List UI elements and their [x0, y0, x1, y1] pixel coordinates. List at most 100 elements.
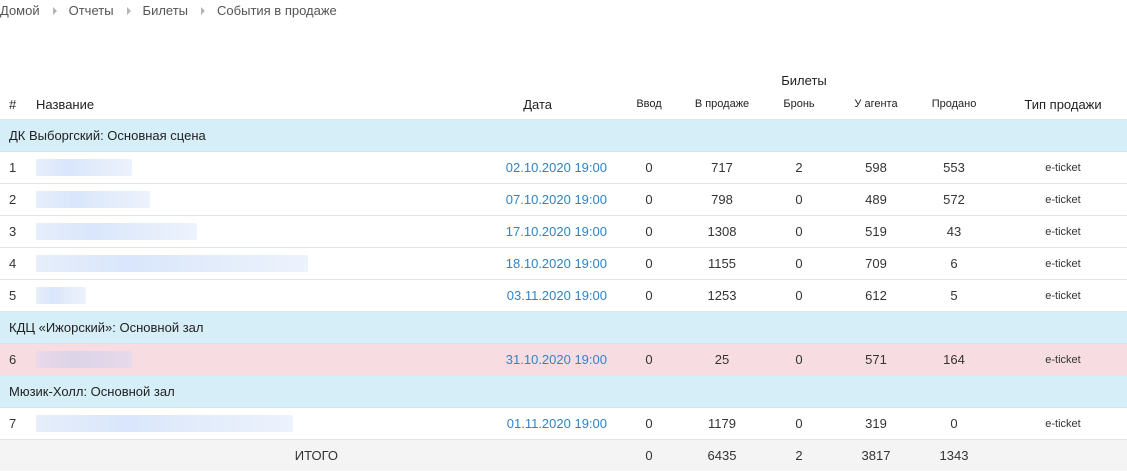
tickets-group-header: Билеты: [781, 73, 827, 88]
venue-group-row: ДК Выборгский: Основная сцена: [0, 119, 1127, 152]
sold-count: 6: [909, 247, 1000, 280]
agent-count: 489: [843, 183, 909, 216]
venue-name: Мюзик-Холл: Основной зал: [0, 375, 1127, 408]
reserved-count: 2: [755, 151, 843, 184]
col-header-num: #: [0, 89, 29, 120]
col-header-date: Дата: [329, 89, 609, 120]
event-name-cell: [29, 343, 329, 376]
entry-count: 0: [609, 407, 689, 440]
sale-type: e-ticket: [999, 407, 1127, 440]
event-name-cell: [29, 279, 329, 312]
sale-type: e-ticket: [999, 247, 1127, 280]
chevron-right-icon: [126, 6, 131, 15]
redacted-event-name[interactable]: [36, 351, 132, 369]
event-name-cell: [29, 407, 329, 440]
sale-type: e-ticket: [999, 215, 1127, 248]
table-row[interactable]: 1 02.10.2020 19:00 0 717 2 598 553 e-ticket: [0, 151, 1127, 184]
redacted-event-name[interactable]: [36, 159, 132, 177]
event-date-link[interactable]: 31.10.2020 19:00: [329, 343, 609, 376]
sale-type: e-ticket: [999, 183, 1127, 216]
sale-type: e-ticket: [999, 343, 1127, 376]
entry-count: 0: [609, 279, 689, 312]
event-name-cell: [29, 215, 329, 248]
col-header-name: Название: [29, 89, 329, 120]
table-row[interactable]: 4 18.10.2020 19:00 0 1155 0 709 6 e-ticket: [0, 247, 1127, 280]
redacted-event-name[interactable]: [36, 191, 150, 209]
agent-count: 709: [843, 247, 909, 280]
on-sale-count: 798: [689, 183, 755, 216]
on-sale-count: 1179: [689, 407, 755, 440]
venue-name: КДЦ «Ижорский»: Основной зал: [0, 311, 1127, 344]
event-date-link[interactable]: 07.10.2020 19:00: [329, 183, 609, 216]
breadcrumb-current: События в продаже: [217, 3, 337, 18]
reserved-count: 0: [755, 279, 843, 312]
col-header-on-sale: В продаже: [689, 89, 755, 120]
event-name-cell: [29, 183, 329, 216]
event-name-cell: [29, 151, 329, 184]
agent-count: 612: [843, 279, 909, 312]
chevron-right-icon: [201, 6, 206, 15]
event-date-link[interactable]: 01.11.2020 19:00: [329, 407, 609, 440]
on-sale-count: 1155: [689, 247, 755, 280]
table-row[interactable]: 7 01.11.2020 19:00 0 1179 0 319 0 e-ticket: [0, 407, 1127, 440]
redacted-event-name[interactable]: [36, 223, 197, 241]
reserved-count: 0: [755, 343, 843, 376]
event-date-link[interactable]: 18.10.2020 19:00: [329, 247, 609, 280]
table-row[interactable]: 2 07.10.2020 19:00 0 798 0 489 572 e-ticket: [0, 183, 1127, 216]
entry-count: 0: [609, 215, 689, 248]
on-sale-count: 1308: [689, 215, 755, 248]
agent-count: 519: [843, 215, 909, 248]
entry-count: 0: [609, 247, 689, 280]
col-header-reserved: Бронь: [755, 89, 843, 120]
row-number: 3: [0, 215, 29, 248]
redacted-event-name[interactable]: [36, 415, 293, 433]
venue-group-row: КДЦ «Ижорский»: Основной зал: [0, 311, 1127, 344]
total-sold: 1343: [909, 439, 1000, 471]
row-number: 7: [0, 407, 29, 440]
redacted-event-name[interactable]: [36, 255, 308, 273]
total-label: ИТОГО: [0, 439, 338, 471]
sold-count: 572: [909, 183, 1000, 216]
row-number: 5: [0, 279, 29, 312]
event-date-link[interactable]: 02.10.2020 19:00: [329, 151, 609, 184]
col-header-entry: Ввод: [609, 89, 689, 120]
events-on-sale-table: Билеты # Название Дата Ввод В продаже Бр…: [0, 58, 1127, 471]
on-sale-count: 717: [689, 151, 755, 184]
entry-count: 0: [609, 343, 689, 376]
reserved-count: 0: [755, 247, 843, 280]
sold-count: 0: [909, 407, 1000, 440]
event-date-link[interactable]: 17.10.2020 19:00: [329, 215, 609, 248]
event-name-cell: [29, 247, 329, 280]
table-body: ДК Выборгский: Основная сцена 1 02.10.2020…: [0, 119, 1127, 471]
event-date-link[interactable]: 03.11.2020 19:00: [329, 279, 609, 312]
breadcrumb: Домой Отчеты Билеты События в продаже: [0, 3, 337, 18]
total-on-sale: 6435: [689, 439, 755, 471]
breadcrumb-reports-link[interactable]: Отчеты: [69, 3, 114, 18]
redacted-event-name[interactable]: [36, 287, 86, 305]
reserved-count: 0: [755, 183, 843, 216]
entry-count: 0: [609, 183, 689, 216]
sale-type: e-ticket: [999, 279, 1127, 312]
table-row[interactable]: 6 31.10.2020 19:00 0 25 0 571 164 e-ticket: [0, 343, 1127, 376]
sold-count: 164: [909, 343, 1000, 376]
sold-count: 553: [909, 151, 1000, 184]
sold-count: 5: [909, 279, 1000, 312]
col-header-sold: Продано: [909, 89, 1000, 120]
col-header-sale-type: Тип продажи: [999, 89, 1127, 120]
total-agent: 3817: [843, 439, 909, 471]
sale-type: e-ticket: [999, 151, 1127, 184]
total-label-text: ИТОГО: [294, 448, 338, 463]
total-entry: 0: [609, 439, 689, 471]
total-reserved: 2: [755, 439, 843, 471]
row-number: 4: [0, 247, 29, 280]
agent-count: 598: [843, 151, 909, 184]
table-row[interactable]: 5 03.11.2020 19:00 0 1253 0 612 5 e-ticket: [0, 279, 1127, 312]
breadcrumb-tickets-link[interactable]: Билеты: [143, 3, 188, 18]
chevron-right-icon: [52, 6, 57, 15]
total-spacer: [329, 439, 609, 471]
total-row: ИТОГО 0 6435 2 3817 1343: [0, 439, 1127, 471]
agent-count: 571: [843, 343, 909, 376]
table-row[interactable]: 3 17.10.2020 19:00 0 1308 0 519 43 e-ticket: [0, 215, 1127, 248]
breadcrumb-home-link[interactable]: Домой: [0, 3, 40, 18]
on-sale-count: 25: [689, 343, 755, 376]
